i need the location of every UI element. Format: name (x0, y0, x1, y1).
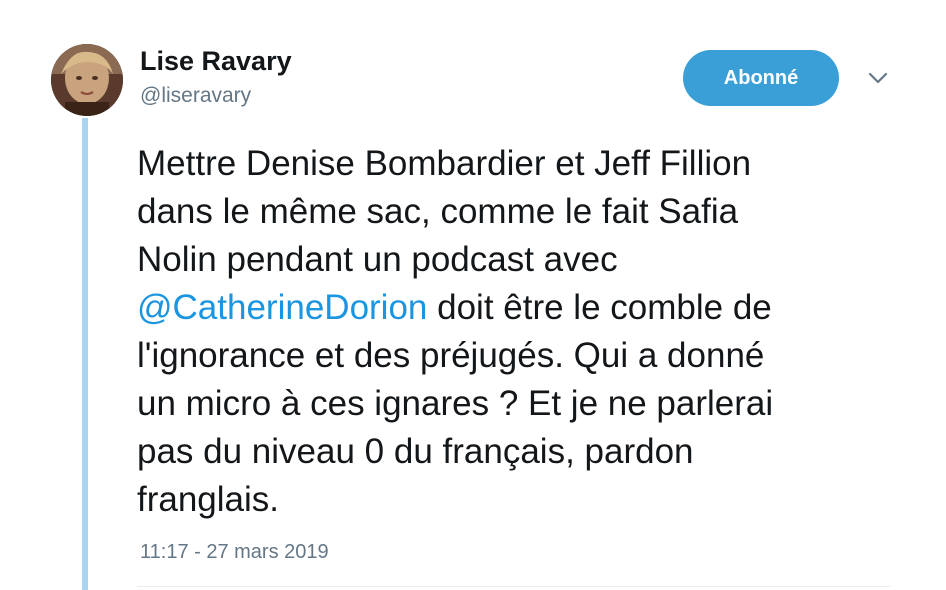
tweet-text-line: franglais. (137, 480, 280, 519)
follow-button[interactable]: Abonné (683, 50, 839, 106)
mention-link[interactable]: @CatherineDorion (137, 288, 427, 327)
avatar-image (51, 44, 123, 116)
tweet-text-line: pas du niveau 0 du français, pardon (137, 432, 694, 471)
tweet-timestamp[interactable]: 11:17 - 27 mars 2019 (140, 541, 329, 564)
chevron-down-icon[interactable] (864, 66, 892, 90)
tweet-text-line: un micro à ces ignares ? Et je ne parler… (137, 384, 774, 423)
thread-line (82, 118, 88, 590)
tweet-text-line: l'ignorance et des préjugés. Qui a donné (137, 336, 765, 375)
tweet-text-segment: doit être le comble de (427, 288, 772, 327)
avatar[interactable] (51, 44, 123, 116)
tweet-card: Lise Ravary @liseravary Abonné Mettre De… (0, 0, 946, 590)
tweet-text-line: Nolin pendant un podcast avec (137, 240, 618, 279)
author-display-name[interactable]: Lise Ravary (140, 46, 292, 77)
tweet-text: Mettre Denise Bombardier et Jeff Fillion… (137, 140, 897, 524)
tweet-text-line: Mettre Denise Bombardier et Jeff Fillion (137, 144, 752, 183)
author-handle[interactable]: @liseravary (140, 84, 251, 108)
tweet-text-line: @CatherineDorion doit être le comble de (137, 284, 897, 332)
divider (137, 586, 890, 587)
tweet-text-line: dans le même sac, comme le fait Safia (137, 192, 739, 231)
